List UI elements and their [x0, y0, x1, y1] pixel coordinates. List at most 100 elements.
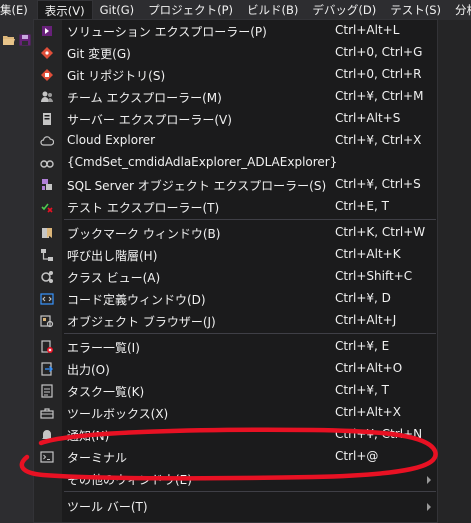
menu-item-label: ソリューション エクスプローラー(P) [67, 25, 267, 39]
team-explorer-icon [40, 90, 54, 104]
menu-item-label: Git リポジトリ(S) [67, 69, 166, 83]
menu-item-class-view[interactable]: クラス ビュー(A) Ctrl+Shift+C [34, 266, 437, 288]
menu-item-label: {CmdSet_cmdidAdlaExplorer_ADLAExplorer} [67, 155, 338, 169]
menu-item-bookmark-window[interactable]: ブックマーク ウィンドウ(B) Ctrl+K, Ctrl+W [34, 222, 437, 244]
menu-view[interactable]: 表示(V) [36, 0, 93, 20]
menu-item-shortcut: Ctrl+¥, Ctrl+M [335, 89, 424, 103]
menu-item-cloud-explorer[interactable]: Cloud Explorer Ctrl+¥, Ctrl+X [34, 130, 437, 152]
menu-item-label: Git 変更(G) [67, 47, 131, 61]
menu-item-shortcut: Ctrl+K, Ctrl+W [335, 225, 426, 239]
menu-item-label: オブジェクト ブラウザー(J) [67, 315, 216, 329]
menu-item-error-list[interactable]: エラー一覧(I) Ctrl+¥, E [34, 336, 437, 358]
menu-item-shortcut: Ctrl+@ [335, 449, 379, 463]
menu-item-test-explorer[interactable]: テスト エクスプローラー(T) Ctrl+E, T [34, 196, 437, 218]
menu-item-shortcut: Ctrl+0, Ctrl+G [335, 45, 423, 59]
git-repository-icon [40, 68, 54, 82]
sql-server-icon [40, 178, 54, 192]
menu-item-label: 呼び出し階層(H) [67, 249, 158, 263]
menu-separator [64, 491, 436, 492]
menu-item-shortcut: Ctrl+Alt+S [335, 111, 401, 125]
menu-item-call-hierarchy[interactable]: 呼び出し階層(H) Ctrl+Alt+K [34, 244, 437, 266]
menu-debug[interactable]: デバッグ(D) [305, 0, 383, 20]
menu-item-shortcut: Ctrl+¥, E [335, 339, 390, 353]
menu-item-other-windows[interactable]: その他のウィンドウ(E) [34, 468, 437, 490]
menu-item-shortcut: Ctrl+¥, D [335, 291, 391, 305]
bell-icon [40, 428, 54, 442]
menu-item-shortcut: Ctrl+0, Ctrl+R [335, 67, 422, 81]
binoculars-icon [40, 156, 54, 170]
menu-item-git-changes[interactable]: Git 変更(G) Ctrl+0, Ctrl+G [34, 42, 437, 64]
error-list-icon [40, 340, 54, 354]
menu-analyze[interactable]: 分析(N [448, 0, 471, 20]
menu-item-sql-server-explorer[interactable]: SQL Server オブジェクト エクスプローラー(S) Ctrl+¥, Ct… [34, 174, 437, 196]
menu-item-shortcut: Ctrl+E, T [335, 199, 389, 213]
toolbox-icon [40, 406, 54, 420]
menu-item-label: SQL Server オブジェクト エクスプローラー(S) [67, 179, 327, 193]
menu-item-label: ツールボックス(X) [67, 407, 169, 421]
cloud-icon [40, 134, 54, 148]
test-explorer-icon [40, 200, 54, 214]
class-view-icon [40, 270, 54, 284]
menu-item-shortcut: Ctrl+¥, T [335, 383, 389, 397]
menu-item-shortcut: Ctrl+¥, Ctrl+S [335, 177, 421, 191]
menu-item-label: ターミナル [67, 451, 128, 465]
submenu-arrow-icon [427, 503, 431, 511]
menu-item-shortcut: Ctrl+¥, Ctrl+X [335, 133, 422, 147]
menu-item-code-definition[interactable]: コード定義ウィンドウ(D) Ctrl+¥, D [34, 288, 437, 310]
object-browser-icon [40, 314, 54, 328]
terminal-icon [40, 450, 54, 464]
menu-item-notifications[interactable]: 通知(N) Ctrl+¥, Ctrl+N [34, 424, 437, 446]
editor-background [438, 20, 471, 523]
menu-item-shortcut: Ctrl+Alt+L [335, 23, 400, 37]
menu-item-shortcut: Ctrl+Shift+C [335, 269, 413, 283]
menu-item-shortcut: Ctrl+Alt+X [335, 405, 401, 419]
menu-item-team-explorer[interactable]: チーム エクスプローラー(M) Ctrl+¥, Ctrl+M [34, 86, 437, 108]
menu-item-label: タスク一覧(K) [67, 385, 145, 399]
menu-item-label: エラー一覧(I) [67, 341, 140, 355]
menu-item-shortcut: Ctrl+Alt+J [335, 313, 397, 327]
menu-separator [64, 219, 436, 220]
menu-item-label: テスト エクスプローラー(T) [67, 201, 220, 215]
menu-item-shortcut: Ctrl+¥, Ctrl+N [335, 427, 423, 441]
menu-test[interactable]: テスト(S) [383, 0, 448, 20]
menu-item-adla-explorer[interactable]: {CmdSet_cmdidAdlaExplorer_ADLAExplorer} [34, 152, 437, 174]
menu-item-shortcut: Ctrl+Alt+K [335, 247, 401, 261]
menu-item-label: サーバー エクスプローラー(V) [67, 113, 232, 127]
output-icon [40, 362, 54, 376]
submenu-arrow-icon [427, 476, 431, 484]
menu-item-solution-explorer[interactable]: ソリューション エクスプローラー(P) Ctrl+Alt+L [34, 20, 437, 42]
bookmark-icon [40, 226, 54, 240]
menu-build[interactable]: ビルド(B) [240, 0, 305, 20]
menu-item-label: 出力(O) [67, 363, 110, 377]
git-changes-icon [40, 46, 54, 60]
menu-item-shortcut: Ctrl+Alt+O [335, 361, 403, 375]
save-icon[interactable] [19, 34, 31, 46]
menu-item-label: チーム エクスプローラー(M) [67, 91, 222, 105]
menu-item-toolbars[interactable]: ツール バー(T) [34, 495, 437, 517]
menu-item-label: 通知(N) [67, 429, 110, 443]
call-hierarchy-icon [40, 248, 54, 262]
view-menu-dropdown: ソリューション エクスプローラー(P) Ctrl+Alt+L Git 変更(G)… [33, 19, 438, 523]
open-folder-icon[interactable] [2, 34, 16, 46]
menu-edit[interactable]: 集(E) [0, 0, 37, 20]
menu-item-object-browser[interactable]: オブジェクト ブラウザー(J) Ctrl+Alt+J [34, 310, 437, 332]
menu-item-label: ツール バー(T) [67, 500, 148, 514]
menu-item-label: Cloud Explorer [67, 133, 156, 147]
menubar: 集(E) 表示(V) Git(G) プロジェクト(P) ビルド(B) デバッグ(… [0, 0, 471, 20]
menu-git[interactable]: Git(G) [93, 0, 142, 20]
menu-item-server-explorer[interactable]: サーバー エクスプローラー(V) Ctrl+Alt+S [34, 108, 437, 130]
menu-item-label: その他のウィンドウ(E) [67, 473, 192, 487]
solution-explorer-icon [40, 24, 54, 38]
task-list-icon [40, 384, 54, 398]
menu-item-output[interactable]: 出力(O) Ctrl+Alt+O [34, 358, 437, 380]
menu-project[interactable]: プロジェクト(P) [141, 0, 240, 20]
toolbar-strip [0, 20, 34, 523]
menu-separator [64, 333, 436, 334]
menu-item-label: ブックマーク ウィンドウ(B) [67, 227, 221, 241]
menu-item-git-repository[interactable]: Git リポジトリ(S) Ctrl+0, Ctrl+R [34, 64, 437, 86]
menu-item-toolbox[interactable]: ツールボックス(X) Ctrl+Alt+X [34, 402, 437, 424]
server-explorer-icon [40, 112, 54, 126]
code-definition-icon [40, 292, 54, 306]
menu-item-terminal[interactable]: ターミナル Ctrl+@ [34, 446, 437, 468]
menu-item-task-list[interactable]: タスク一覧(K) Ctrl+¥, T [34, 380, 437, 402]
